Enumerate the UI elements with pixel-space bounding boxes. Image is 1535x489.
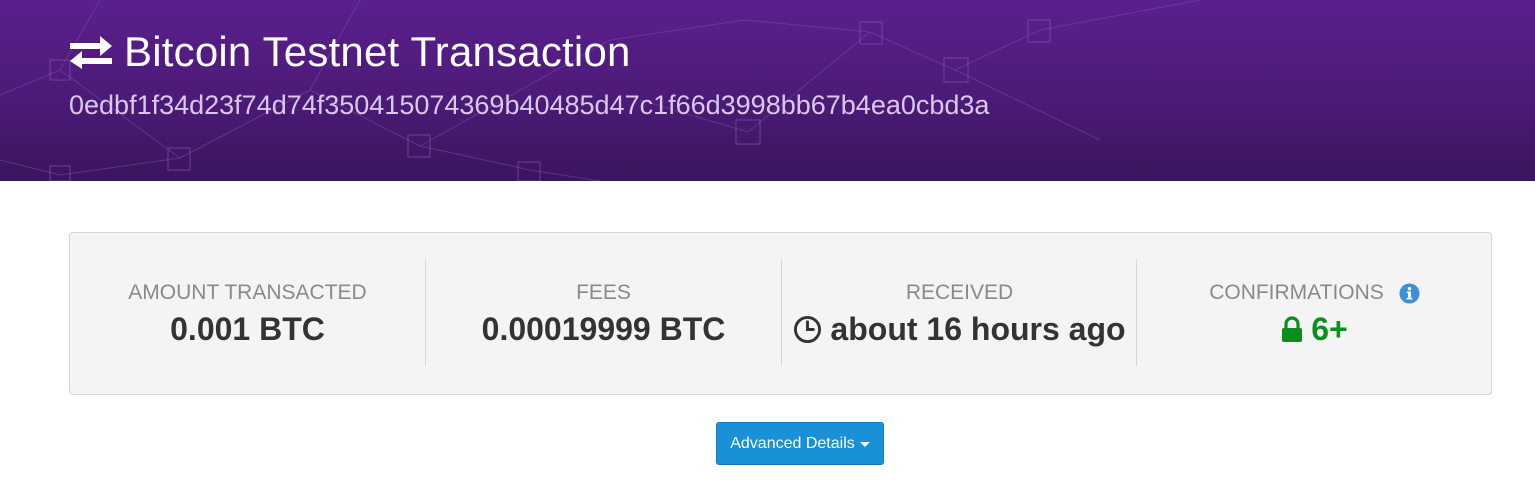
clock-icon [794, 315, 822, 344]
info-icon[interactable] [1399, 282, 1420, 304]
page-header: Bitcoin Testnet Transaction 0edbf1f34d23… [0, 0, 1535, 181]
exchange-arrows-icon [70, 36, 112, 69]
fees-value: 0.00019999 BTC [481, 311, 726, 347]
received-label: RECEIVED [905, 281, 1014, 304]
transaction-id: 0edbf1f34d23f74d74f350415074369b40485d47… [69, 90, 990, 120]
advanced-details-label: Advanced Details [730, 434, 855, 452]
confirmations-label-row: CONFIRMATIONS [1209, 281, 1420, 305]
caret-down-icon [859, 442, 870, 447]
confirmations-value: 6+ [1311, 311, 1348, 347]
received-value: about 16 hours ago [830, 311, 1126, 347]
fees-label: FEES [576, 281, 631, 304]
fees-stat: FEES 0.00019999 BTC [426, 259, 781, 366]
received-value-row: about 16 hours ago [782, 311, 1137, 348]
confirmations-label: CONFIRMATIONS [1209, 281, 1384, 304]
received-stat: RECEIVED about 16 hours ago [782, 259, 1137, 366]
advanced-details-button[interactable]: Advanced Details [716, 422, 884, 465]
confirmations-stat: CONFIRMATIONS 6+ [1137, 259, 1492, 366]
lock-icon [1282, 316, 1303, 342]
amount-stat: AMOUNT TRANSACTED 0.001 BTC [70, 259, 425, 366]
page-title-row: Bitcoin Testnet Transaction [68, 28, 631, 76]
page-title: Bitcoin Testnet Transaction [124, 28, 631, 75]
transaction-summary-panel: AMOUNT TRANSACTED 0.001 BTC FEES 0.00019… [69, 232, 1492, 395]
confirmations-value-row: 6+ [1137, 311, 1492, 348]
amount-value: 0.001 BTC [170, 311, 325, 347]
amount-label: AMOUNT TRANSACTED [128, 281, 367, 304]
